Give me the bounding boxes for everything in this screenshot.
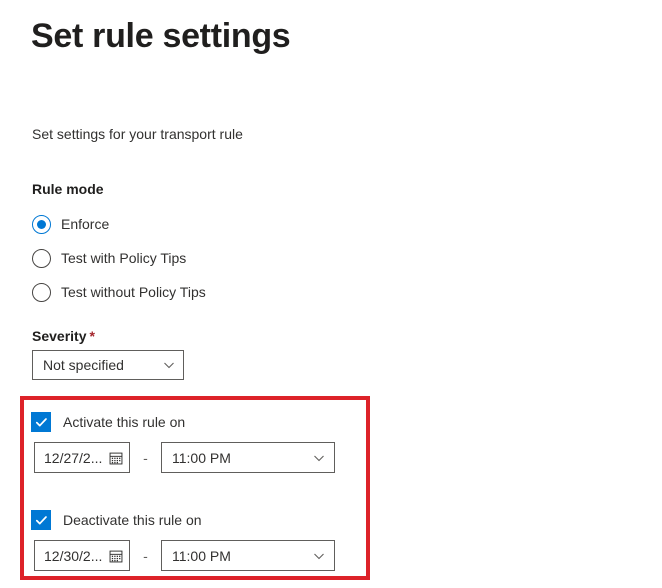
- activate-time-dropdown[interactable]: 11:00 PM: [161, 442, 335, 473]
- chevron-down-icon: [314, 553, 324, 559]
- deactivate-datetime-row: 12/30/2... - 11:00 PM: [34, 540, 335, 571]
- calendar-icon: [109, 452, 123, 464]
- activate-rule-checkbox-row[interactable]: Activate this rule on: [31, 411, 185, 433]
- deactivate-date-field[interactable]: 12/30/2...: [34, 540, 130, 571]
- activate-date-field[interactable]: 12/27/2...: [34, 442, 130, 473]
- checkmark-icon: [35, 417, 47, 426]
- rule-mode-label: Rule mode: [32, 181, 104, 197]
- activate-datetime-row: 12/27/2... - 11:00 PM: [34, 442, 335, 473]
- activate-rule-checkbox[interactable]: [31, 412, 51, 432]
- page-title: Set rule settings: [31, 17, 291, 55]
- deactivate-time-value: 11:00 PM: [172, 547, 231, 564]
- deactivate-time-dropdown[interactable]: 11:00 PM: [161, 540, 335, 571]
- deactivate-rule-checkbox-row[interactable]: Deactivate this rule on: [31, 509, 202, 531]
- activate-time-value: 11:00 PM: [172, 449, 231, 466]
- severity-selected-value: Not specified: [43, 357, 124, 373]
- activate-range-separator: -: [143, 449, 148, 466]
- deactivate-range-separator: -: [143, 547, 148, 564]
- radio-label-test-with-policy-tips: Test with Policy Tips: [61, 250, 187, 266]
- chevron-down-icon: [314, 455, 324, 461]
- severity-label: Severity *: [32, 328, 95, 344]
- radio-indicator-enforce[interactable]: [32, 214, 51, 234]
- radio-option-enforce[interactable]: Enforce: [32, 213, 109, 235]
- radio-indicator-test-without-policy-tips[interactable]: [32, 282, 51, 302]
- required-asterisk: *: [89, 328, 95, 344]
- set-rule-settings-page: Set rule settings Set settings for your …: [0, 0, 662, 588]
- radio-label-test-without-policy-tips: Test without Policy Tips: [61, 284, 206, 300]
- deactivate-rule-checkbox[interactable]: [31, 510, 51, 530]
- calendar-icon: [109, 550, 123, 562]
- activate-date-value: 12/27/2...: [44, 449, 103, 466]
- radio-option-test-without-policy-tips[interactable]: Test without Policy Tips: [32, 281, 206, 303]
- severity-label-text: Severity: [32, 328, 87, 344]
- deactivate-rule-label: Deactivate this rule on: [63, 512, 202, 528]
- chevron-down-icon: [164, 362, 174, 369]
- severity-dropdown[interactable]: Not specified: [32, 350, 184, 380]
- radio-indicator-test-with-policy-tips[interactable]: [32, 248, 51, 268]
- radio-option-test-with-policy-tips[interactable]: Test with Policy Tips: [32, 247, 186, 269]
- radio-label-enforce: Enforce: [61, 216, 110, 232]
- deactivate-date-value: 12/30/2...: [44, 547, 103, 564]
- activate-rule-label: Activate this rule on: [63, 414, 186, 430]
- page-subtitle: Set settings for your transport rule: [32, 126, 243, 142]
- checkmark-icon: [35, 515, 47, 524]
